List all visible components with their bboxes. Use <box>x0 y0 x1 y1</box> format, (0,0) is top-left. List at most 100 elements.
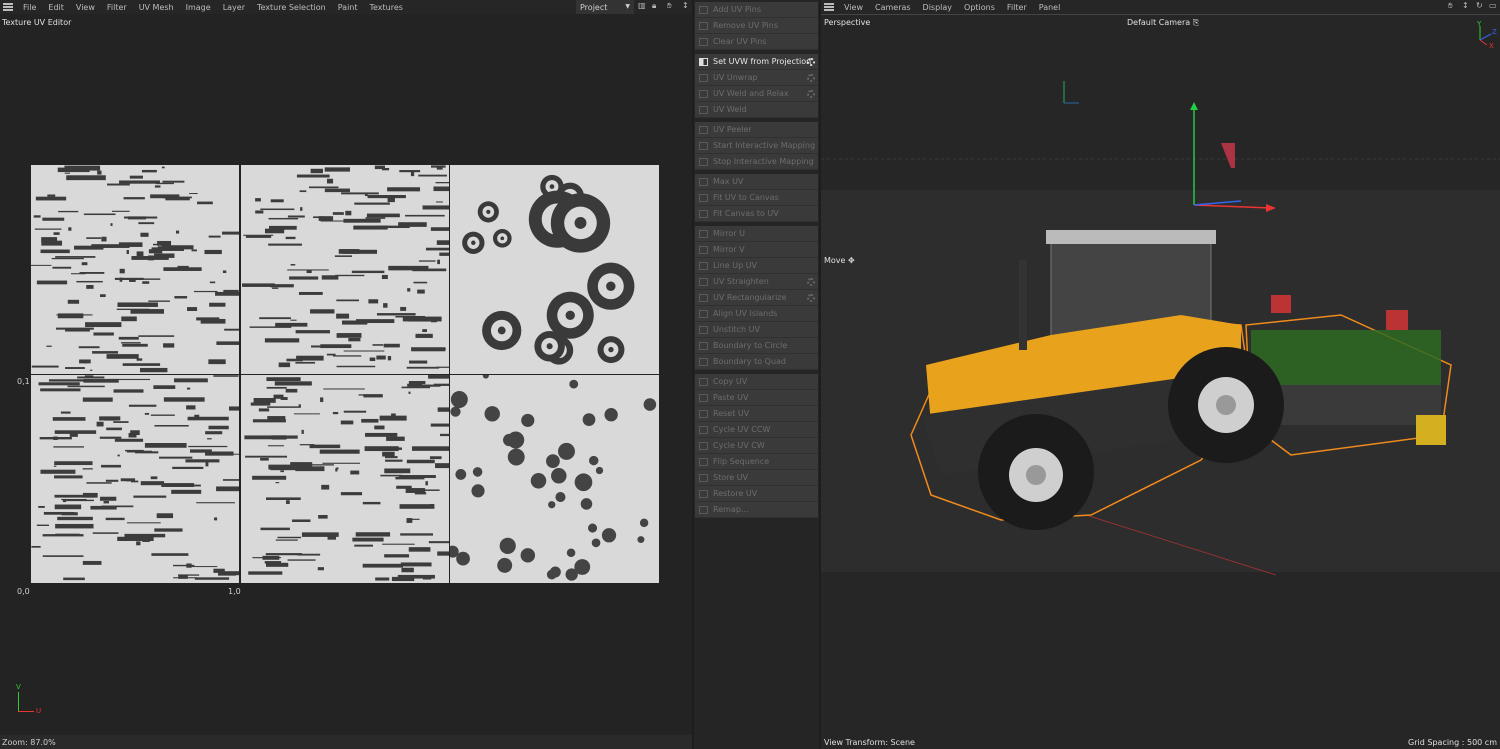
command-max-uv[interactable]: Max UV <box>695 174 818 190</box>
u-axis-label: U <box>36 707 42 715</box>
menu-display[interactable]: Display <box>917 3 959 12</box>
menu-options[interactable]: Options <box>958 3 1001 12</box>
mirror-v-icon <box>699 245 708 254</box>
settings-gear-icon[interactable] <box>807 293 815 302</box>
camera-name[interactable]: Default Camera ⎘ <box>1127 18 1199 28</box>
command-group: Mirror U Mirror V Line Up UV UV Straighten U… <box>695 226 818 370</box>
command-line-up-uv[interactable]: Line Up UV <box>695 258 818 274</box>
menu-panel[interactable]: Panel <box>1033 3 1067 12</box>
command-cycle-uv-cw[interactable]: Cycle UV CW <box>695 438 818 454</box>
pan-hand-icon[interactable]: ✋︎ <box>667 1 672 11</box>
set-uvw-from-projection-icon <box>699 57 708 66</box>
cycle-uv-cw-icon <box>699 441 708 450</box>
3d-viewport[interactable]: View Cameras Display Options Filter Panel ✋︎ … <box>821 0 1500 749</box>
command-label: Remap... <box>713 505 749 514</box>
rotate-icon[interactable]: ↻ <box>1476 1 1483 10</box>
hamburger-menu-icon[interactable] <box>3 3 13 11</box>
fit-uv-to-canvas-icon <box>699 193 708 202</box>
command-uv-peeler[interactable]: UV Peeler <box>695 122 818 138</box>
command-mirror-u[interactable]: Mirror U <box>695 226 818 242</box>
command-set-uvw-from-projection[interactable]: Set UVW from Projection <box>695 54 818 70</box>
uv-commands-palette: Add UV Pins Remove UV Pins Clear UV Pins Se… <box>694 0 819 749</box>
menu-uv-mesh[interactable]: UV Mesh <box>133 3 180 12</box>
menu-file[interactable]: File <box>17 3 42 12</box>
command-group: Max UV Fit UV to Canvas Fit Canvas to UV <box>695 174 818 222</box>
command-uv-rectangularize[interactable]: UV Rectangularize <box>695 290 818 306</box>
settings-gear-icon[interactable] <box>807 73 815 82</box>
view-name[interactable]: Perspective <box>824 18 870 27</box>
remove-uv-pins-icon <box>699 21 708 30</box>
stop-interactive-mapping-icon <box>699 157 708 166</box>
menu-texture-selection[interactable]: Texture Selection <box>251 3 332 12</box>
command-start-interactive-mapping[interactable]: Start Interactive Mapping <box>695 138 818 154</box>
uv-tile <box>241 375 449 583</box>
menu-view[interactable]: View <box>838 3 869 12</box>
command-copy-uv[interactable]: Copy UV <box>695 374 818 390</box>
menu-cameras[interactable]: Cameras <box>869 3 917 12</box>
settings-gear-icon[interactable] <box>807 89 815 98</box>
move-arrows-icon[interactable]: ↕ <box>682 1 689 10</box>
hamburger-menu-icon[interactable] <box>824 3 834 11</box>
maximize-icon[interactable]: ▭ <box>1489 1 1497 10</box>
command-group: Set UVW from Projection UV Unwrap UV Weld … <box>695 54 818 118</box>
command-label: Store UV <box>713 473 749 482</box>
command-label: Cycle UV CW <box>713 441 765 450</box>
command-mirror-v[interactable]: Mirror V <box>695 242 818 258</box>
command-uv-unwrap[interactable]: UV Unwrap <box>695 70 818 86</box>
command-clear-uv-pins[interactable]: Clear UV Pins <box>695 34 818 50</box>
command-restore-uv[interactable]: Restore UV <box>695 486 818 502</box>
command-uv-weld[interactable]: UV Weld <box>695 102 818 118</box>
command-reset-uv[interactable]: Reset UV <box>695 406 818 422</box>
command-unstitch-uv[interactable]: Unstitch UV <box>695 322 818 338</box>
command-fit-canvas-to-uv[interactable]: Fit Canvas to UV <box>695 206 818 222</box>
pan-hand-icon[interactable]: ✋︎ <box>1448 1 1453 11</box>
histogram-icon[interactable]: ▥ <box>638 1 646 10</box>
move-arrows-icon[interactable]: ↕ <box>1462 1 1469 10</box>
command-stop-interactive-mapping[interactable]: Stop Interactive Mapping <box>695 154 818 170</box>
command-label: Stop Interactive Mapping <box>713 157 814 166</box>
menu-view[interactable]: View <box>70 3 101 12</box>
command-uv-weld-and-relax[interactable]: UV Weld and Relax <box>695 86 818 102</box>
restore-uv-icon <box>699 489 708 498</box>
lock-icon[interactable]: 🔒︎ <box>652 1 656 11</box>
menu-paint[interactable]: Paint <box>332 3 364 12</box>
menu-textures[interactable]: Textures <box>364 3 409 12</box>
align-uv-islands-icon <box>699 309 708 318</box>
viewport-menubar: View Cameras Display Options Filter Panel <box>821 0 1500 14</box>
command-label: Fit Canvas to UV <box>713 209 779 218</box>
axis-x-label: X <box>1489 42 1494 48</box>
boundary-to-quad-icon <box>699 357 708 366</box>
uv-tile <box>450 375 659 583</box>
command-add-uv-pins[interactable]: Add UV Pins <box>695 2 818 18</box>
menu-filter[interactable]: Filter <box>101 3 133 12</box>
command-boundary-to-quad[interactable]: Boundary to Quad <box>695 354 818 370</box>
command-label: Restore UV <box>713 489 758 498</box>
project-dropdown[interactable]: Project ▼ <box>576 0 634 14</box>
command-uv-straighten[interactable]: UV Straighten <box>695 274 818 290</box>
settings-gear-icon[interactable] <box>807 277 815 286</box>
command-fit-uv-to-canvas[interactable]: Fit UV to Canvas <box>695 190 818 206</box>
command-cycle-uv-ccw[interactable]: Cycle UV CCW <box>695 422 818 438</box>
command-boundary-to-circle[interactable]: Boundary to Circle <box>695 338 818 354</box>
command-align-uv-islands[interactable]: Align UV Islands <box>695 306 818 322</box>
command-remap[interactable]: Remap... <box>695 502 818 518</box>
command-label: Max UV <box>713 177 744 186</box>
command-remove-uv-pins[interactable]: Remove UV Pins <box>695 18 818 34</box>
menu-layer[interactable]: Layer <box>217 3 251 12</box>
command-store-uv[interactable]: Store UV <box>695 470 818 486</box>
add-uv-pins-icon <box>699 5 708 14</box>
command-label: UV Peeler <box>713 125 752 134</box>
command-label: Add UV Pins <box>713 5 762 14</box>
command-flip-sequence[interactable]: Flip Sequence <box>695 454 818 470</box>
menu-filter[interactable]: Filter <box>1001 3 1033 12</box>
paste-uv-icon <box>699 393 708 402</box>
axis-y-label: Y <box>1476 20 1482 28</box>
settings-gear-icon[interactable] <box>807 57 815 66</box>
max-uv-icon <box>699 177 708 186</box>
command-paste-uv[interactable]: Paste UV <box>695 390 818 406</box>
uv-weld-icon <box>699 105 708 114</box>
unstitch-uv-icon <box>699 325 708 334</box>
menu-edit[interactable]: Edit <box>42 3 70 12</box>
cycle-uv-ccw-icon <box>699 425 708 434</box>
menu-image[interactable]: Image <box>180 3 217 12</box>
